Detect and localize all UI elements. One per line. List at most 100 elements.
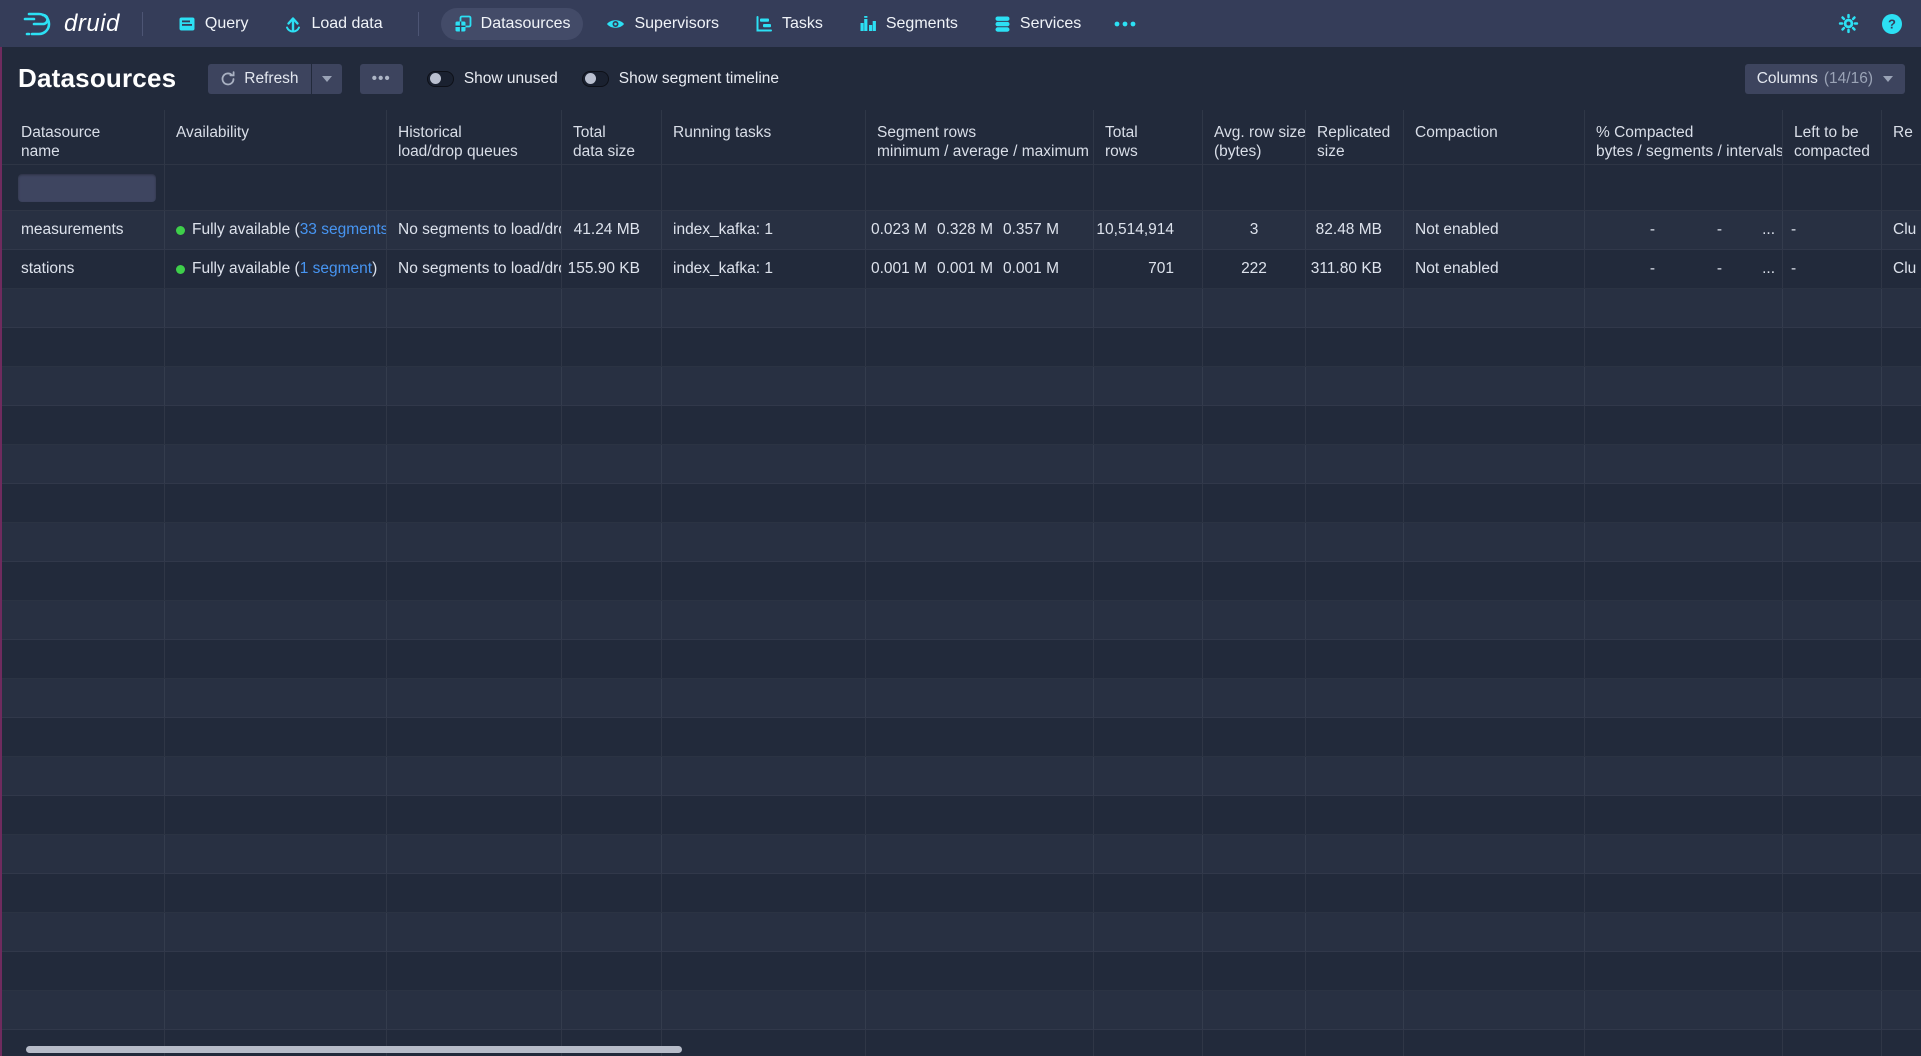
segments-link[interactable]: 1 segment xyxy=(300,260,372,278)
column-header-datasource-name[interactable]: Datasourcename xyxy=(0,110,165,165)
query-icon xyxy=(178,15,196,33)
column-header-left-to-be-compacted[interactable]: Left to becompacted xyxy=(1783,110,1882,165)
table-row-stations[interactable]: stations Fully available (1 segment) No … xyxy=(0,250,1921,289)
avg-row-size-cell: 222 xyxy=(1203,250,1306,288)
datasources-table: Datasourcename Availability Historicallo… xyxy=(0,110,1921,1056)
column-header-avg-row-size[interactable]: Avg. row size(bytes) xyxy=(1203,110,1306,165)
availability-text: ) xyxy=(372,260,377,278)
nav-item-label: Load data xyxy=(311,15,382,33)
toolbar-more-button[interactable]: ••• xyxy=(360,64,403,94)
column-header-total-data-size[interactable]: Totaldata size xyxy=(562,110,662,165)
chevron-down-icon xyxy=(322,76,332,82)
show-segment-timeline-switch[interactable] xyxy=(582,71,609,87)
refresh-button[interactable]: Refresh xyxy=(208,64,310,94)
nav-item-services[interactable]: Services xyxy=(981,8,1094,40)
gantt-icon xyxy=(755,15,773,33)
column-header-historical[interactable]: Historicalload/drop queues xyxy=(387,110,562,165)
empty-table-row xyxy=(0,406,1921,445)
show-unused-switch[interactable] xyxy=(427,71,454,87)
columns-count: (14/16) xyxy=(1824,70,1873,88)
nav-more-button[interactable] xyxy=(1104,14,1146,34)
replicated-size-cell: 82.48 MB xyxy=(1306,211,1404,249)
druid-swirl-icon xyxy=(22,9,56,39)
eye-icon xyxy=(606,15,625,33)
nav-item-query[interactable]: Query xyxy=(165,8,262,40)
empty-table-row xyxy=(0,445,1921,484)
top-nav: druid Query Load data xyxy=(0,0,1921,47)
segments-link[interactable]: 33 segments xyxy=(300,221,387,239)
refresh-dropdown-button[interactable] xyxy=(312,64,342,94)
left-to-compact-cell: - xyxy=(1783,211,1882,249)
nav-item-datasources[interactable]: Datasources xyxy=(441,8,584,40)
nav-item-load-data[interactable]: Load data xyxy=(271,8,395,40)
empty-table-row xyxy=(0,913,1921,952)
svg-text:?: ? xyxy=(1888,16,1896,31)
nav-item-segments[interactable]: Segments xyxy=(846,8,971,40)
total-data-size-cell: 41.24 MB xyxy=(562,211,662,249)
nav-divider xyxy=(142,12,143,36)
horizontal-scrollbar[interactable] xyxy=(26,1046,682,1053)
column-header-retention[interactable]: Re xyxy=(1882,110,1921,165)
help-icon[interactable]: ? xyxy=(1881,13,1903,35)
nav-item-label: Services xyxy=(1020,15,1081,33)
column-header-segment-rows[interactable]: Segment rowsminimum / average / maximum xyxy=(866,110,1094,165)
window-left-edge xyxy=(0,47,2,1056)
empty-table-row xyxy=(0,835,1921,874)
replicated-size-cell: 311.80 KB xyxy=(1306,250,1404,288)
compaction-cell: Not enabled xyxy=(1404,211,1585,249)
columns-button[interactable]: Columns (14/16) xyxy=(1745,64,1905,94)
retention-cell: Clu xyxy=(1882,250,1921,288)
column-header-availability[interactable]: Availability xyxy=(165,110,387,165)
available-dot-icon xyxy=(176,265,185,274)
show-unused-label: Show unused xyxy=(464,70,558,88)
toolbar: Datasources Refresh ••• Show unused Show… xyxy=(0,47,1921,110)
empty-table-row xyxy=(0,952,1921,991)
nav-divider xyxy=(418,12,419,36)
filter-cell xyxy=(0,165,165,210)
show-segment-timeline-toggle[interactable]: Show segment timeline xyxy=(582,70,779,88)
column-header-pct-compacted[interactable]: % Compactedbytes / segments / intervals xyxy=(1585,110,1783,165)
gear-icon[interactable] xyxy=(1838,13,1859,34)
empty-table-row xyxy=(0,991,1921,1030)
show-unused-toggle[interactable]: Show unused xyxy=(427,70,558,88)
nav-item-tasks[interactable]: Tasks xyxy=(742,8,836,40)
historical-queues-cell: No segments to load/drop xyxy=(387,211,562,249)
nav-item-supervisors[interactable]: Supervisors xyxy=(593,8,731,40)
druid-logo[interactable]: druid xyxy=(22,9,120,39)
table-row-measurements[interactable]: measurements Fully available (33 segment… xyxy=(0,211,1921,250)
nav-item-label: Query xyxy=(205,15,249,33)
datasource-filter-input[interactable] xyxy=(18,174,156,202)
column-header-replicated-size[interactable]: Replicatedsize xyxy=(1306,110,1404,165)
table-header-row: Datasourcename Availability Historicallo… xyxy=(0,110,1921,165)
pct-compacted-cell: --... xyxy=(1585,211,1783,249)
nav-item-label: Datasources xyxy=(481,15,571,33)
total-rows-cell: 10,514,914 xyxy=(1094,211,1203,249)
column-header-running-tasks[interactable]: Running tasks xyxy=(662,110,866,165)
empty-table-row xyxy=(0,796,1921,835)
empty-table-row xyxy=(0,757,1921,796)
column-header-total-rows[interactable]: Totalrows xyxy=(1094,110,1203,165)
empty-table-row xyxy=(0,523,1921,562)
more-dots-icon xyxy=(1114,21,1136,27)
total-rows-cell: 701 xyxy=(1094,250,1203,288)
nav-item-label: Supervisors xyxy=(634,15,718,33)
database-icon xyxy=(994,15,1011,33)
empty-table-row xyxy=(0,328,1921,367)
nav-item-label: Segments xyxy=(886,15,958,33)
running-tasks-cell: index_kafka: 1 xyxy=(662,211,866,249)
logo-wordmark: druid xyxy=(64,10,120,38)
table-filter-row xyxy=(0,165,1921,211)
total-data-size-cell: 155.90 KB xyxy=(562,250,662,288)
page-title: Datasources xyxy=(18,63,176,94)
column-header-compaction[interactable]: Compaction xyxy=(1404,110,1585,165)
datasource-name-cell: measurements xyxy=(0,211,165,249)
bar-chart-icon xyxy=(859,15,877,33)
show-segment-timeline-label: Show segment timeline xyxy=(619,70,779,88)
availability-text: Fully available ( xyxy=(192,260,300,278)
datasources-icon xyxy=(454,15,472,33)
compaction-cell: Not enabled xyxy=(1404,250,1585,288)
left-to-compact-cell: - xyxy=(1783,250,1882,288)
historical-queues-cell: No segments to load/drop xyxy=(387,250,562,288)
empty-table-row xyxy=(0,289,1921,328)
available-dot-icon xyxy=(176,226,185,235)
